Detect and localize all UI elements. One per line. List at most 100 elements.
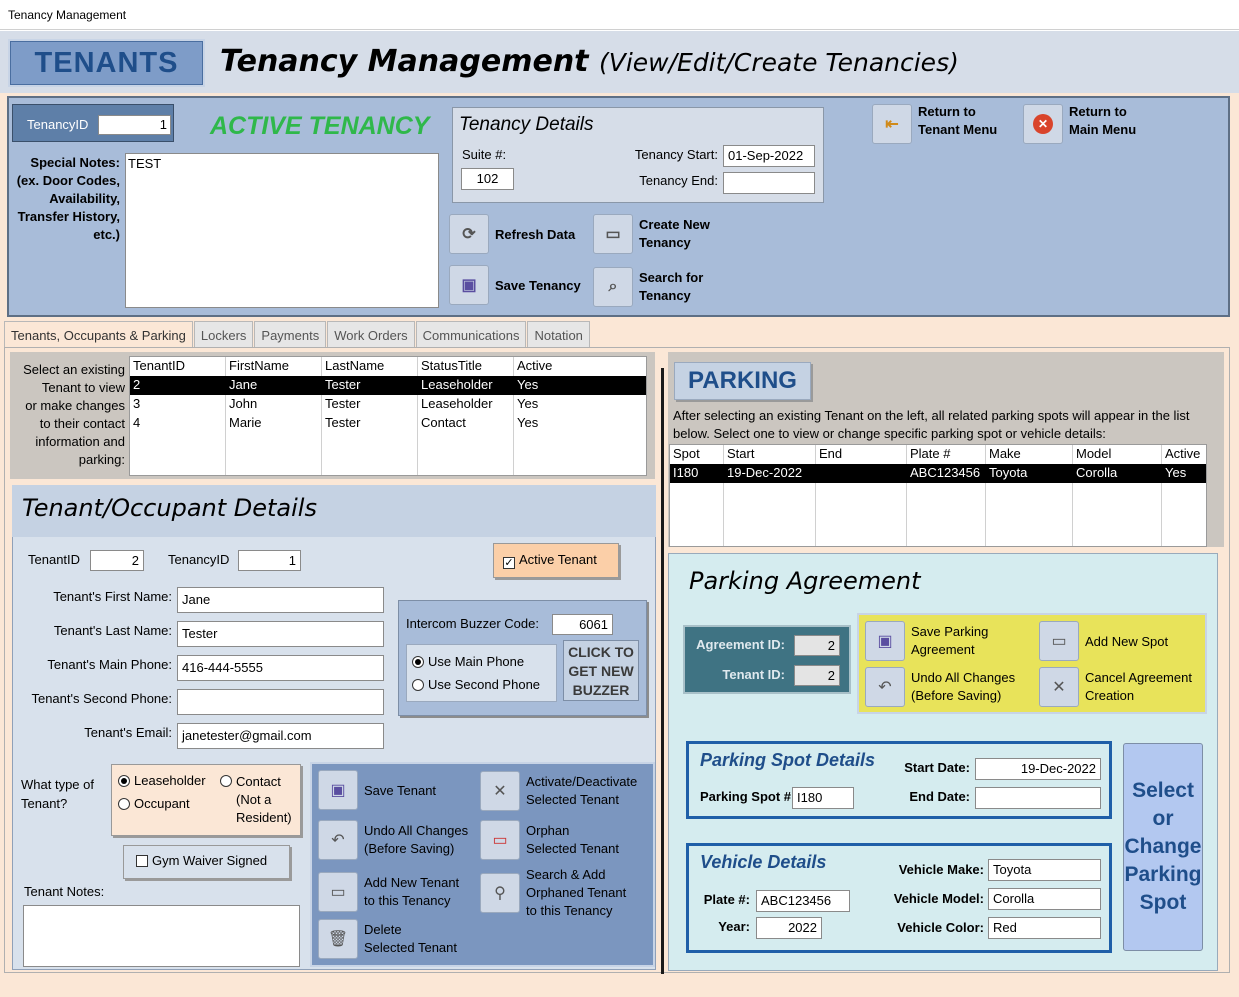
delete-tenant-button[interactable]: 🗑 Delete Selected Tenant bbox=[318, 919, 457, 959]
column-header[interactable]: StatusTitle bbox=[421, 358, 482, 373]
table-cell: 19-Dec-2022 bbox=[727, 465, 803, 480]
page-subtitle: (View/Edit/Create Tenancies) bbox=[598, 48, 959, 77]
table-row[interactable]: 3 John Tester Leaseholder Yes bbox=[130, 395, 646, 414]
column-header[interactable]: LastName bbox=[325, 358, 384, 373]
add-tenant-button[interactable]: ▭ Add New Tenant to this Tenancy bbox=[318, 872, 459, 912]
buzzer-code-field[interactable]: 6061 bbox=[552, 614, 613, 635]
x-icon: ✕ bbox=[480, 771, 520, 811]
year-field[interactable]: 2022 bbox=[756, 917, 822, 939]
tenancy-id-field[interactable]: 1 bbox=[98, 115, 171, 135]
last-name-field[interactable]: Tester bbox=[177, 621, 384, 647]
tenants-button[interactable]: TENANTS bbox=[8, 39, 205, 87]
agreement-id-field[interactable]: 2 bbox=[794, 635, 840, 656]
tenant-list-instructions: Select an existing Tenant to view or mak… bbox=[23, 362, 125, 467]
table-cell: Yes bbox=[517, 377, 539, 392]
tenant-id-field[interactable]: 2 bbox=[90, 550, 144, 571]
column-header[interactable]: Model bbox=[1076, 446, 1111, 461]
parking-list[interactable]: Spot Start End Plate # Make Model Active I180 1… bbox=[669, 444, 1207, 547]
refresh-data-button[interactable]: ⟳ Refresh Data bbox=[449, 214, 575, 254]
cancel-agreement-button[interactable]: ✕ Cancel Agreement Creation bbox=[1039, 667, 1192, 707]
select-parking-spot-button[interactable]: Select or Change Parking Spot bbox=[1123, 743, 1203, 951]
occupant-radio[interactable]: Occupant bbox=[118, 796, 190, 811]
tenant-notes-field[interactable] bbox=[23, 905, 300, 967]
save-tenancy-button[interactable]: ▣ Save Tenancy bbox=[449, 265, 581, 305]
return-main-menu-label: Return to Main Menu bbox=[1069, 104, 1137, 137]
add-new-spot-button[interactable]: ▭ Add New Spot bbox=[1039, 621, 1168, 661]
start-date-field[interactable]: 19-Dec-2022 bbox=[975, 758, 1101, 780]
table-row[interactable]: 4 Marie Tester Contact Yes bbox=[130, 414, 646, 433]
column-header[interactable]: Active bbox=[517, 358, 552, 373]
return-main-menu-button[interactable]: ✕ Return to Main Menu bbox=[1023, 104, 1136, 144]
column-header[interactable]: TenantID bbox=[133, 358, 185, 373]
first-name-label: Tenant's First Name: bbox=[53, 589, 172, 604]
save-tenant-button[interactable]: ▣ Save Tenant bbox=[318, 770, 436, 810]
vehicle-details-title: Vehicle Details bbox=[700, 852, 827, 872]
column-header[interactable]: Make bbox=[989, 446, 1021, 461]
email-label: Tenant's Email: bbox=[84, 725, 172, 740]
checkbox-icon bbox=[136, 855, 148, 867]
parking-spot-field[interactable]: I180 bbox=[792, 787, 854, 809]
activate-tenant-button[interactable]: ✕ Activate/Deactivate Selected Tenant bbox=[480, 771, 637, 811]
tab-lockers[interactable]: Lockers bbox=[193, 321, 254, 349]
plate-field[interactable]: ABC123456 bbox=[756, 890, 850, 912]
email-field[interactable]: janetester@gmail.com bbox=[177, 723, 384, 749]
special-notes-field[interactable]: TEST bbox=[125, 153, 439, 308]
active-tenant-checkbox[interactable]: ✓ Active Tenant bbox=[493, 543, 619, 578]
create-new-tenancy-button[interactable]: ▭ Create New Tenancy bbox=[593, 214, 710, 254]
column-header[interactable]: Active bbox=[1165, 446, 1200, 461]
save-parking-agreement-button[interactable]: ▣ Save Parking Agreement bbox=[865, 621, 988, 661]
refresh-icon: ⟳ bbox=[449, 214, 489, 254]
undo-tenant-button[interactable]: ↶ Undo All Changes (Before Saving) bbox=[318, 820, 468, 860]
first-name-field[interactable]: Jane bbox=[177, 587, 384, 613]
tab-notation[interactable]: Notation bbox=[527, 321, 590, 349]
search-add-tenant-label: Search & Add Orphaned Tenant to this Ten… bbox=[526, 867, 627, 918]
search-icon: ⌕ bbox=[593, 267, 633, 307]
table-cell: Contact bbox=[421, 415, 466, 430]
vehicle-color-field[interactable]: Red bbox=[988, 917, 1101, 939]
column-header[interactable]: Plate # bbox=[910, 446, 950, 461]
use-main-phone-radio[interactable]: Use Main Phone bbox=[412, 654, 524, 669]
suite-field[interactable]: 102 bbox=[461, 168, 514, 190]
add-tenant-label: Add New Tenant to this Tenancy bbox=[364, 875, 460, 908]
radio-icon bbox=[220, 775, 232, 787]
leaseholder-radio[interactable]: Leaseholder bbox=[118, 773, 206, 788]
tenancy-end-field[interactable] bbox=[723, 172, 815, 194]
gym-waiver-checkbox[interactable]: Gym Waiver Signed bbox=[123, 845, 290, 879]
tab-tenants-occupants-parking[interactable]: Tenants, Occupants & Parking bbox=[4, 321, 193, 349]
tab-work-orders[interactable]: Work Orders bbox=[327, 321, 415, 349]
tenancy-details-title: Tenancy Details bbox=[459, 114, 594, 135]
undo-parking-button[interactable]: ↶ Undo All Changes (Before Saving) bbox=[865, 667, 1015, 707]
tab-payments[interactable]: Payments bbox=[254, 321, 327, 349]
second-phone-field[interactable] bbox=[177, 689, 384, 715]
tab-communications[interactable]: Communications bbox=[415, 321, 527, 349]
vehicle-model-field[interactable]: Corolla bbox=[988, 888, 1101, 910]
column-header[interactable]: Start bbox=[727, 446, 754, 461]
search-tenancy-button[interactable]: ⌕ Search for Tenancy bbox=[593, 267, 703, 307]
tenancy-start-field[interactable]: 01-Sep-2022 bbox=[723, 145, 815, 167]
table-row[interactable]: 2 Jane Tester Leaseholder Yes bbox=[130, 376, 646, 395]
column-header[interactable]: Spot bbox=[673, 446, 700, 461]
orphan-tenant-button[interactable]: ▭ Orphan Selected Tenant bbox=[480, 820, 619, 860]
use-second-phone-radio[interactable]: Use Second Phone bbox=[412, 677, 540, 692]
trash-icon: 🗑 bbox=[318, 919, 358, 959]
end-date-field[interactable] bbox=[975, 787, 1101, 809]
main-phone-field[interactable]: 416-444-5555 bbox=[177, 655, 384, 681]
radio-selected-icon bbox=[118, 775, 130, 787]
new-record-icon: ▭ bbox=[318, 872, 358, 912]
agreement-tenant-id-field[interactable]: 2 bbox=[794, 665, 840, 686]
get-new-buzzer-button[interactable]: CLICK TO GET NEW BUZZER bbox=[563, 640, 639, 701]
tenancy-id-field-2[interactable]: 1 bbox=[238, 550, 301, 571]
table-cell: Jane bbox=[229, 377, 258, 392]
return-tenant-menu-button[interactable]: ⇤ Return to Tenant Menu bbox=[872, 104, 997, 144]
parking-spot-label: Parking Spot #: bbox=[700, 789, 796, 804]
vehicle-color-label: Vehicle Color: bbox=[897, 920, 984, 935]
search-add-tenant-button[interactable]: ⚲ Search & Add Orphaned Tenant to this Te… bbox=[480, 866, 626, 920]
save-icon: ▣ bbox=[865, 621, 905, 661]
contact-radio[interactable] bbox=[220, 773, 236, 788]
table-row[interactable]: I180 19-Dec-2022 ABC123456 Toyota Corolla Yes bbox=[670, 464, 1206, 483]
column-header[interactable]: End bbox=[819, 446, 842, 461]
tenant-list[interactable]: TenantID FirstName LastName StatusTitle Acti… bbox=[129, 356, 647, 476]
vehicle-make-field[interactable]: Toyota bbox=[988, 859, 1101, 881]
column-header[interactable]: FirstName bbox=[229, 358, 289, 373]
table-cell: 3 bbox=[133, 396, 141, 411]
